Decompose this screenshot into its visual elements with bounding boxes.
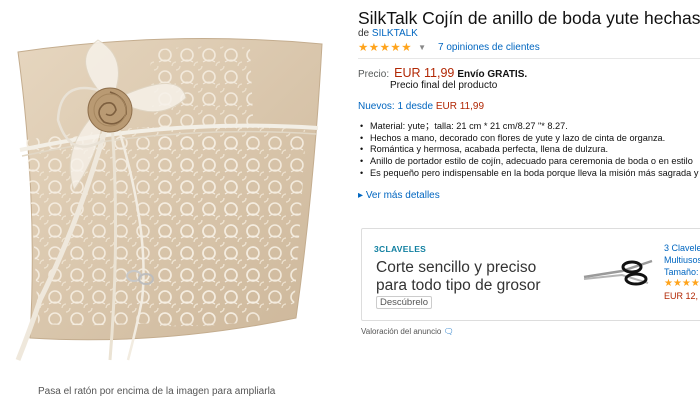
byline-prefix: de [358,28,370,39]
reviews-link[interactable]: 7 opiniones de clientes [438,42,540,53]
star-rating-icon[interactable]: ★★★★★ [358,40,412,54]
speech-bubble-icon: 🗨 [443,327,454,336]
feature-bullet: Romántica y hermosa, acabada perfecta, l… [358,144,698,156]
ad-brand[interactable]: 3CLAVELES [374,244,426,254]
image-caption: Pasa el ratón por encima de la imagen pa… [38,386,276,397]
ad-feedback[interactable]: Valoración del anuncio 🗨 [361,327,454,336]
ad-side-stars: ★★★★ [664,278,700,289]
divider [358,58,700,59]
ad-feedback-label: Valoración del anuncio [361,327,442,336]
ad-side-price: EUR 12, [664,291,699,301]
ad-headline-1[interactable]: Corte sencillo y preciso [376,259,536,277]
feature-bullets: Material: yute；talla: 21 cm * 21 cm/8.27… [358,121,698,180]
ad-side-sub: Multiusos [664,255,700,265]
new-offers-label[interactable]: Nuevos: [358,101,395,112]
chevron-right-icon: ▸ [358,190,364,201]
new-offers-price: EUR 11,99 [435,101,485,112]
product-details: SilkTalk Cojín de anillo de boda yute he… [358,0,700,393]
feature-bullet: Anillo de portador estilo de cojín, adec… [358,156,698,168]
ring-pillow-illustration [15,38,323,361]
price-value: EUR 11,99 [394,66,455,80]
scissors-icon[interactable] [582,257,654,289]
more-details-label: Ver más detalles [365,190,440,201]
price-label: Precio: [358,69,390,80]
more-details-link[interactable]: ▸ Ver más detalles [358,190,440,201]
shipping-info: Envío GRATIS. [457,69,528,80]
sponsored-ad[interactable]: 3CLAVELES Corte sencillo y preciso para … [361,228,700,321]
ad-cta[interactable]: Descúbrelo [376,296,433,309]
price-row: Precio: EUR 11,99 Envío GRATIS. [358,66,527,80]
ad-side-size: Tamaño: [664,267,699,277]
ad-headline-2[interactable]: para todo tipo de grosor [376,277,541,295]
final-price-note: Precio final del producto [390,80,498,91]
byline: de SILKTALK [358,28,418,39]
new-offers: Nuevos: 1 desde EUR 11,99 [358,101,484,112]
chevron-down-icon[interactable]: ▼ [418,43,426,52]
rating-row: ★★★★★ ▼ 7 opiniones de clientes [358,40,540,55]
ad-side-title[interactable]: 3 Clavele [664,242,700,254]
feature-bullet: Material: yute；talla: 21 cm * 21 cm/8.27… [358,121,698,133]
ad-side-product[interactable]: 3 Clavele Multiusos Tamaño: ★★★★ EUR 12, [664,242,700,302]
feature-bullet: Es pequeño pero indispensable en la boda… [358,168,698,180]
new-offers-count[interactable]: 1 desde [397,101,433,112]
feature-bullet: Hechos a mano, decorado con flores de yu… [358,133,698,145]
product-title: SilkTalk Cojín de anillo de boda yute he… [358,8,700,28]
product-image[interactable]: Pasa el ratón por encima de la imagen pa… [0,0,352,397]
brand-link[interactable]: SILKTALK [372,28,418,39]
ad-cta-label: Descúbrelo [376,296,433,309]
